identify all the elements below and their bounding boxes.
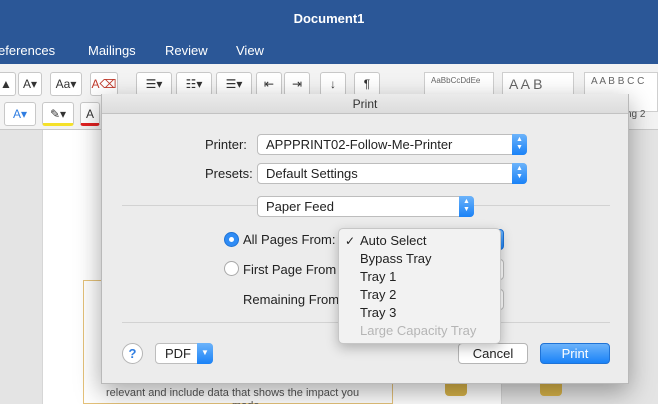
pdf-menu-button[interactable]: PDF ▼ xyxy=(155,343,213,364)
multilevel-list-icon[interactable]: ☰▾ xyxy=(216,72,252,96)
checkmark-icon: ✓ xyxy=(345,234,356,248)
print-button[interactable]: Print xyxy=(540,343,610,364)
ribbon-tab-bar: eferences Mailings Review View xyxy=(0,38,658,64)
updown-chevron-icon: ▲ ▼ xyxy=(512,163,527,184)
menu-item-large-capacity-tray: Large Capacity Tray xyxy=(339,322,500,340)
chevron-down-icon: ▼ xyxy=(197,343,213,364)
updown-chevron-icon: ▲ ▼ xyxy=(512,134,527,155)
menu-item-bypass-tray[interactable]: Bypass Tray xyxy=(339,250,500,268)
first-page-label: First Page From xyxy=(243,262,337,277)
decrease-indent-icon[interactable]: ⇤ xyxy=(256,72,282,96)
tab-view[interactable]: View xyxy=(236,43,264,58)
font-color-icon[interactable]: A xyxy=(80,102,100,126)
sort-icon[interactable]: ↓ xyxy=(320,72,346,96)
printer-value: APPPRINT02-Follow-Me-Printer xyxy=(266,137,453,152)
cancel-button[interactable]: Cancel xyxy=(458,343,528,364)
menu-item-tray-1[interactable]: Tray 1 xyxy=(339,268,500,286)
window-title: Document1 xyxy=(0,0,658,38)
section-value: Paper Feed xyxy=(266,199,334,214)
document-text: relevant and include data that shows the… xyxy=(106,387,360,399)
all-pages-radio[interactable] xyxy=(224,232,239,247)
increase-indent-icon[interactable]: ⇥ xyxy=(284,72,310,96)
menu-item-auto-select[interactable]: ✓ Auto Select xyxy=(339,232,500,250)
menu-item-label: Auto Select xyxy=(360,233,427,248)
menu-item-tray-3[interactable]: Tray 3 xyxy=(339,304,500,322)
printer-select[interactable]: APPPRINT02-Follow-Me-Printer ▲ ▼ xyxy=(257,134,527,155)
section-select[interactable]: Paper Feed ▲ ▼ xyxy=(257,196,474,217)
menu-item-tray-2[interactable]: Tray 2 xyxy=(339,286,500,304)
presets-select[interactable]: Default Settings ▲ ▼ xyxy=(257,163,527,184)
first-page-radio[interactable] xyxy=(224,261,239,276)
bullets-icon[interactable]: ☰▾ xyxy=(136,72,172,96)
paper-source-menu: ✓ Auto Select Bypass Tray Tray 1 Tray 2 … xyxy=(338,228,501,344)
menu-item-label: Tray 1 xyxy=(360,269,397,284)
grow-font-icon[interactable]: ▲ xyxy=(0,72,16,96)
tab-references[interactable]: eferences xyxy=(0,43,55,58)
all-pages-label: All Pages From: xyxy=(243,232,336,247)
menu-item-label: Tray 3 xyxy=(360,305,397,320)
help-button[interactable]: ? xyxy=(122,343,143,364)
remaining-label: Remaining From xyxy=(243,292,340,307)
dialog-title: Print xyxy=(102,94,628,114)
numbering-icon[interactable]: ☷▾ xyxy=(176,72,212,96)
printer-label: Printer: xyxy=(205,137,247,152)
document-text-2: made xyxy=(232,399,512,404)
tab-mailings[interactable]: Mailings xyxy=(88,43,136,58)
menu-item-label: Large Capacity Tray xyxy=(360,323,477,338)
clear-formatting-icon[interactable]: A⌫ xyxy=(90,72,118,96)
text-effects-icon[interactable]: A▾ xyxy=(4,102,36,126)
pdf-label: PDF xyxy=(165,346,191,361)
change-case-icon[interactable]: Aa▾ xyxy=(50,72,82,96)
shrink-font-icon[interactable]: A▾ xyxy=(18,72,42,96)
presets-label: Presets: xyxy=(205,166,253,181)
pilcrow-icon[interactable]: ¶ xyxy=(354,72,380,96)
updown-chevron-icon: ▲ ▼ xyxy=(459,196,474,217)
presets-value: Default Settings xyxy=(266,166,358,181)
tab-review[interactable]: Review xyxy=(165,43,208,58)
menu-item-label: Bypass Tray xyxy=(360,251,432,266)
menu-item-label: Tray 2 xyxy=(360,287,397,302)
highlight-icon[interactable]: ✎▾ xyxy=(42,102,74,126)
